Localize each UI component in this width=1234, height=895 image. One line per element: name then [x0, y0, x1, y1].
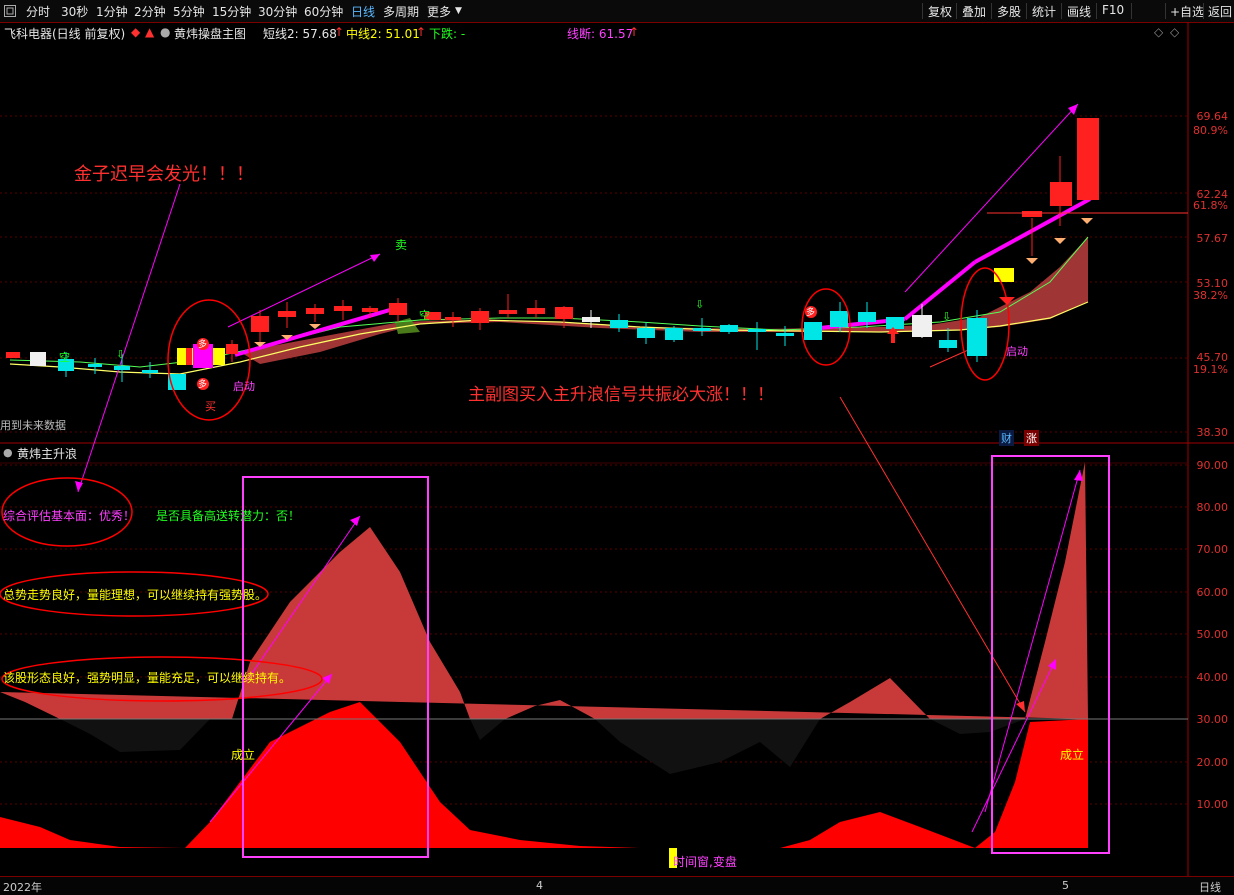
period-label[interactable]: 日线 [1199, 879, 1221, 895]
established-label: 成立 [231, 748, 256, 762]
axis-tick: 70.00 [1196, 543, 1229, 556]
sub-dropdown-icon[interactable]: ● [3, 446, 13, 459]
axis-tick: 80.9% [1193, 124, 1228, 137]
axis-tick: 38.2% [1193, 289, 1228, 302]
established-label: 成立 [1060, 748, 1085, 762]
axis-tick: 20.00 [1196, 756, 1229, 769]
down-arrow-icon: ⇩ [695, 298, 705, 311]
window-icon[interactable] [4, 5, 16, 17]
rise-badge[interactable]: 涨 [1024, 430, 1039, 446]
axis-tick: 61.8% [1193, 199, 1228, 212]
finance-badge[interactable]: 财 [999, 430, 1014, 446]
tab-5min[interactable]: 5分钟 [173, 3, 205, 20]
month-label: 5 [1062, 879, 1069, 892]
kong-signal: 空 [419, 309, 430, 322]
sell-signal: 卖 [395, 238, 408, 252]
tab-30min[interactable]: 30分钟 [258, 3, 297, 20]
future-data-note: 用到未来数据 [0, 419, 66, 432]
duo-signal: 多 [198, 380, 208, 390]
kong-signal: 空 [59, 351, 70, 364]
qidong-signal: 启动 [1006, 345, 1028, 358]
tab-15min[interactable]: 15分钟 [212, 3, 251, 20]
time-window-label: 时间窗,变盘 [673, 855, 737, 869]
overlay-button[interactable]: 叠加 [962, 3, 986, 20]
transfer-potential: 是否具备高送转潜力：否！ [156, 509, 301, 523]
f10-button[interactable]: F10 [1102, 3, 1124, 17]
duo-signal: 多 [198, 340, 208, 350]
axis-tick: 80.00 [1196, 501, 1229, 514]
axis-tick: 57.67 [1196, 232, 1229, 245]
time-axis: 2022年 4 5 日线 [0, 876, 1234, 895]
down-arrow-icon: ⇩ [942, 310, 952, 323]
resonate-annotation: 主副图买入主升浪信号共振必大涨！！！ [468, 385, 774, 405]
axis-tick: 69.64 [1196, 110, 1229, 123]
tab-multi-period[interactable]: 多周期 [383, 3, 419, 20]
back-button[interactable]: 返回 [1208, 3, 1232, 20]
axis-tick: 38.30 [1196, 426, 1229, 439]
axis-tick: 40.00 [1196, 671, 1229, 684]
fundamental-eval: 综合评估基本面：优秀！ [3, 509, 136, 523]
period-toolbar: 分时 30秒 1分钟 2分钟 5分钟 15分钟 30分钟 60分钟 日线 多周期… [0, 0, 1234, 23]
add-watchlist-button[interactable]: +自选 [1170, 3, 1204, 20]
adjust-button[interactable]: 复权 [928, 3, 952, 20]
month-label: 4 [536, 879, 543, 892]
tab-daily[interactable]: 日线 [351, 3, 375, 20]
multi-stock-button[interactable]: 多股 [997, 3, 1021, 20]
axis-tick: 90.00 [1196, 459, 1229, 472]
kline-chart [0, 22, 1234, 876]
shape-comment: 该股形态良好，强势明显，量能充足，可以继续持有。 [3, 671, 292, 685]
axis-tick: 10.00 [1196, 798, 1229, 811]
tab-60min[interactable]: 60分钟 [304, 3, 343, 20]
year-label: 2022年 [3, 881, 42, 894]
trend-comment: 总势走势良好，量能理想，可以继续持有强势股。 [3, 588, 268, 602]
sub-indicator-title[interactable]: 黄炜主升浪 [17, 445, 77, 462]
tab-more[interactable]: 更多 [427, 3, 451, 20]
axis-tick: 50.00 [1196, 628, 1229, 641]
statistics-button[interactable]: 统计 [1032, 3, 1056, 20]
axis-tick: 30.00 [1196, 713, 1229, 726]
draw-button[interactable]: 画线 [1067, 3, 1091, 20]
chevron-down-icon[interactable]: ▼ [455, 6, 462, 16]
duo-signal: 多 [806, 308, 816, 318]
buy-signal: 买 [205, 400, 216, 413]
axis-tick: 60.00 [1196, 586, 1229, 599]
tab-2min[interactable]: 2分钟 [134, 3, 166, 20]
gold-annotation: 金子迟早会发光！！！ [74, 164, 254, 185]
tab-30s[interactable]: 30秒 [61, 3, 88, 20]
down-arrow-icon: ⇩ [116, 348, 126, 361]
axis-tick: 19.1% [1193, 363, 1228, 376]
tab-1min[interactable]: 1分钟 [96, 3, 128, 20]
tab-intraday[interactable]: 分时 [26, 3, 50, 20]
qidong-signal: 启动 [233, 380, 255, 393]
